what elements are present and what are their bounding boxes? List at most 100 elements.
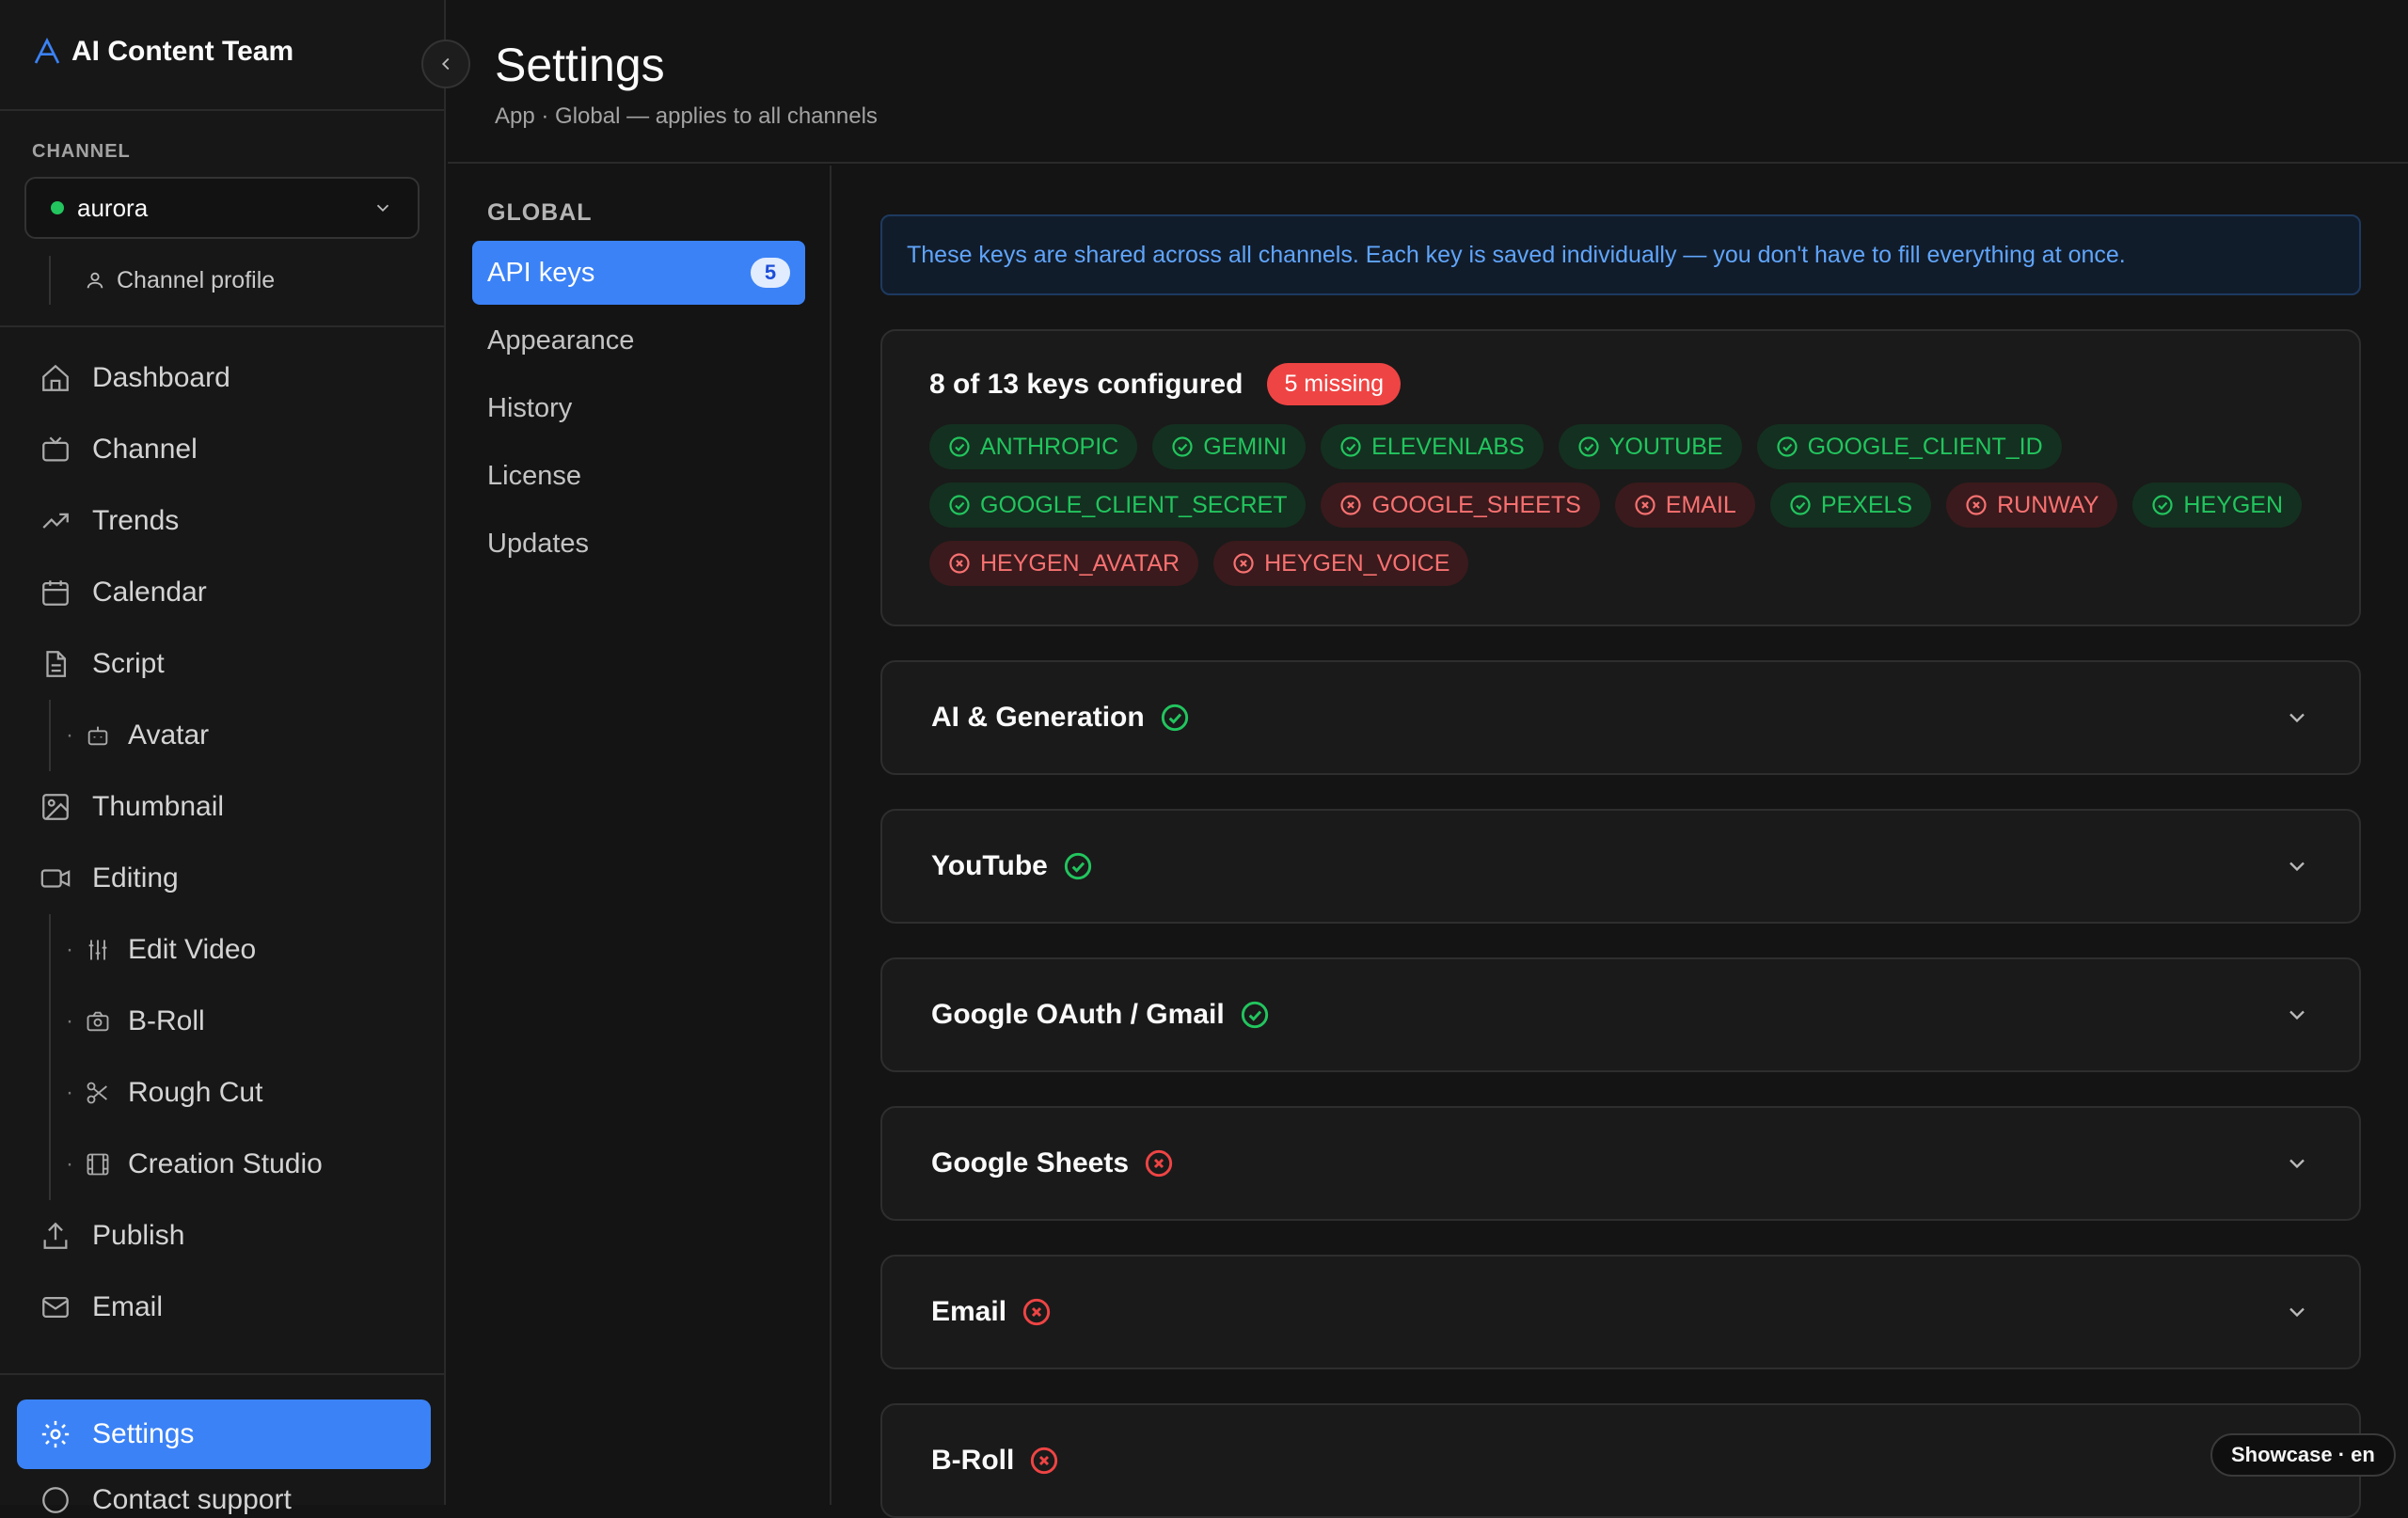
nav-channel[interactable]: Channel — [17, 414, 431, 485]
key-chip: GEMINI — [1152, 424, 1307, 469]
page-subtitle: App · Global — applies to all channels — [495, 103, 878, 129]
check-circle-icon — [948, 494, 971, 516]
user-icon — [85, 270, 105, 291]
check-circle-icon — [1160, 703, 1190, 733]
video-icon — [40, 862, 71, 894]
settings-subnav: GLOBAL API keys 5 Appearance History Lic… — [448, 166, 832, 1505]
file-text-icon — [40, 648, 71, 680]
nav-avatar[interactable]: Avatar — [49, 700, 431, 771]
gear-icon — [40, 1418, 71, 1450]
nav-email[interactable]: Email — [17, 1272, 431, 1343]
nav-label: Settings — [92, 1418, 195, 1449]
key-chip-label: GEMINI — [1203, 433, 1288, 460]
nav-calendar[interactable]: Calendar — [17, 557, 431, 628]
info-banner: These keys are shared across all channel… — [880, 214, 2361, 295]
summary-title: 8 of 13 keys configured — [929, 368, 1244, 400]
main-nav: Dashboard Channel Trends Calendar Script… — [17, 342, 431, 1343]
divider — [0, 325, 446, 327]
accordion-section[interactable]: YouTube — [880, 809, 2361, 924]
mail-icon — [40, 1291, 71, 1323]
nav-thumbnail[interactable]: Thumbnail — [17, 771, 431, 843]
channel-profile-link[interactable]: Channel profile — [49, 256, 275, 305]
check-circle-icon — [1063, 851, 1093, 881]
nav-edit-video[interactable]: Edit Video — [49, 914, 431, 986]
subnav-item-license[interactable]: License — [472, 444, 805, 508]
nav-creation-studio[interactable]: Creation Studio — [49, 1129, 431, 1200]
subnav-label: Updates — [487, 528, 590, 559]
chevron-down-icon[interactable] — [2284, 704, 2310, 731]
chevron-down-icon[interactable] — [2284, 1299, 2310, 1325]
subnav-item-updates[interactable]: Updates — [472, 512, 805, 576]
nav-dashboard[interactable]: Dashboard — [17, 342, 431, 414]
info-text: These keys are shared across all channel… — [907, 241, 2126, 268]
nav-publish[interactable]: Publish — [17, 1200, 431, 1272]
upload-icon — [40, 1220, 71, 1252]
check-circle-icon — [1240, 1000, 1270, 1030]
key-chip-label: HEYGEN_AVATAR — [980, 549, 1180, 577]
showcase-badge[interactable]: Showcase · en — [2210, 1433, 2396, 1477]
subnav-item-appearance[interactable]: Appearance — [472, 308, 805, 372]
accordion-section[interactable]: B-Roll — [880, 1403, 2361, 1518]
subnav-list: API keys 5 Appearance History License Up… — [472, 241, 805, 579]
nav-rough-cut[interactable]: Rough Cut — [49, 1057, 431, 1129]
nav-contact-support[interactable]: Contact support — [40, 1484, 292, 1516]
chevron-down-icon[interactable] — [2284, 1150, 2310, 1177]
missing-badge: 5 missing — [1267, 363, 1402, 405]
x-circle-icon — [1339, 494, 1362, 516]
subnav-label: License — [487, 460, 581, 491]
nav-editing[interactable]: Editing — [17, 843, 431, 914]
subnav-label: History — [487, 392, 573, 423]
x-circle-icon — [1634, 494, 1656, 516]
key-chip-label: HEYGEN_VOICE — [1264, 549, 1450, 577]
key-chip: GOOGLE_SHEETS — [1321, 482, 1600, 528]
nav-b-roll[interactable]: B-Roll — [49, 986, 431, 1057]
nav-label: Rough Cut — [128, 1077, 263, 1108]
divider — [0, 109, 446, 111]
app-brand[interactable]: AI Content Team — [32, 36, 293, 68]
bot-icon — [85, 722, 111, 749]
image-icon — [40, 791, 71, 823]
chevron-down-icon[interactable] — [2284, 1002, 2310, 1028]
key-chip-label: HEYGEN — [2183, 491, 2284, 518]
chevron-down-icon[interactable] — [2284, 853, 2310, 879]
accordion-section[interactable]: Email — [880, 1255, 2361, 1369]
camera-icon — [85, 1008, 111, 1035]
x-circle-icon — [1029, 1446, 1059, 1476]
subnav-item-history[interactable]: History — [472, 376, 805, 440]
nav-settings[interactable]: Settings — [17, 1399, 431, 1469]
accordion-section[interactable]: AI & Generation — [880, 660, 2361, 775]
scissors-icon — [85, 1080, 111, 1106]
key-chip-label: YOUTUBE — [1608, 433, 1723, 460]
nav-label: Publish — [92, 1220, 185, 1251]
subnav-label: Appearance — [487, 324, 635, 356]
nav-label: Thumbnail — [92, 791, 225, 822]
count-badge: 5 — [751, 258, 790, 288]
key-chip-label: RUNWAY — [1997, 491, 2099, 518]
nav-label: B-Roll — [128, 1005, 205, 1036]
nav-label: Contact support — [92, 1484, 292, 1515]
key-chip-label: EMAIL — [1665, 491, 1736, 518]
key-chip-label: ELEVENLABS — [1371, 433, 1525, 460]
accordion-section[interactable]: Google OAuth / Gmail — [880, 957, 2361, 1072]
collapse-sidebar-button[interactable] — [421, 40, 470, 88]
nav-script[interactable]: Script — [17, 628, 431, 700]
channel-select[interactable]: aurora — [24, 177, 420, 239]
key-chip-list: ANTHROPIC GEMINI ELEVENLABS YOUTUBE GOOGLE_C… — [929, 424, 2303, 586]
key-chip: GOOGLE_CLIENT_SECRET — [929, 482, 1307, 528]
subnav-item-api-keys[interactable]: API keys 5 — [472, 241, 805, 305]
key-chip: ELEVENLABS — [1321, 424, 1544, 469]
channel-value: aurora — [77, 193, 149, 222]
accordion-section[interactable]: Google Sheets — [880, 1106, 2361, 1221]
key-chip: HEYGEN — [2132, 482, 2303, 528]
film-icon — [85, 1151, 111, 1178]
key-chip: HEYGEN_VOICE — [1213, 541, 1469, 586]
nav-label: Script — [92, 648, 165, 679]
accordion-list: AI & Generation YouTube Google OAuth / Gma… — [880, 660, 2361, 1518]
check-circle-icon — [2151, 494, 2174, 516]
sliders-icon — [85, 937, 111, 963]
check-circle-icon — [1339, 435, 1362, 458]
nav-label: Trends — [92, 505, 180, 536]
accordion-title: Email — [931, 1296, 1007, 1327]
check-circle-icon — [1171, 435, 1194, 458]
nav-trends[interactable]: Trends — [17, 485, 431, 557]
